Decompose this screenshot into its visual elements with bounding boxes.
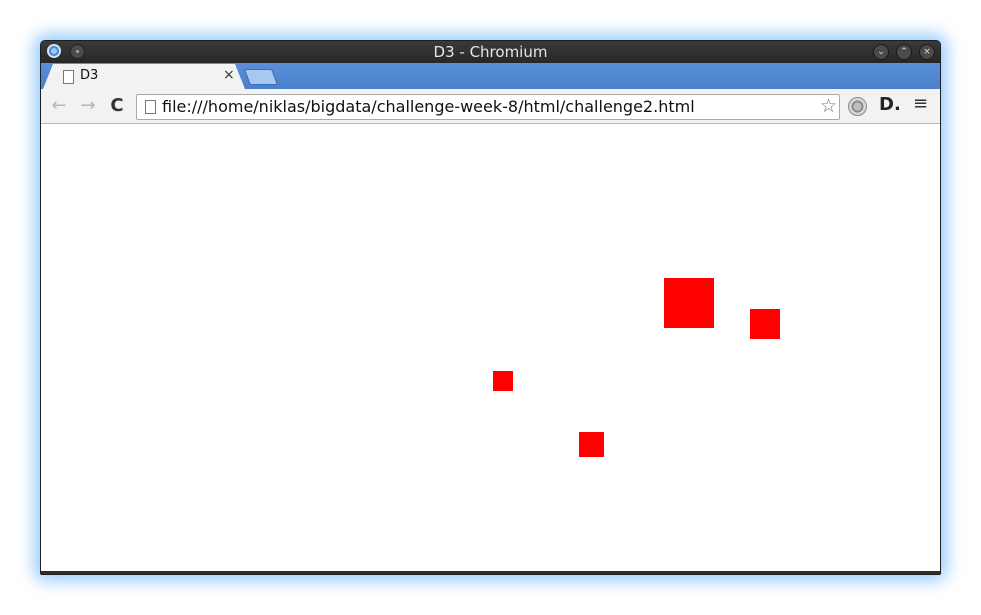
page-icon bbox=[63, 70, 74, 84]
toolbar: ← → C file:///home/niklas/bigdata/challe… bbox=[41, 89, 940, 124]
window-bottom-border bbox=[41, 571, 940, 574]
d3-canvas bbox=[493, 278, 780, 457]
address-bar[interactable]: file:///home/niklas/bigdata/challenge-we… bbox=[136, 94, 840, 120]
tab-title: D3 bbox=[80, 68, 99, 83]
tab-close-icon[interactable]: × bbox=[223, 67, 235, 83]
red-square-large bbox=[664, 278, 714, 328]
back-arrow-icon[interactable]: ← bbox=[47, 94, 71, 118]
tab-d3[interactable]: D3 × bbox=[43, 64, 245, 89]
menu-icon[interactable]: ≡ bbox=[913, 93, 928, 114]
new-tab-button[interactable] bbox=[244, 69, 278, 85]
file-icon bbox=[145, 100, 156, 114]
reload-icon[interactable]: C bbox=[105, 94, 129, 118]
close-window-button[interactable]: × bbox=[919, 44, 935, 60]
title-bar: D3 - Chromium ⌄ ⌃ × bbox=[41, 41, 940, 63]
extension-hand-icon[interactable] bbox=[848, 97, 867, 116]
red-square-small bbox=[493, 371, 513, 391]
red-square-right bbox=[750, 309, 780, 339]
minimize-button[interactable]: ⌄ bbox=[873, 44, 889, 60]
forward-arrow-icon[interactable]: → bbox=[76, 94, 100, 118]
maximize-button[interactable]: ⌃ bbox=[896, 44, 912, 60]
bookmark-star-icon[interactable]: ☆ bbox=[820, 95, 837, 117]
extension-d-icon[interactable]: D. bbox=[879, 94, 901, 115]
url-text[interactable]: file:///home/niklas/bigdata/challenge-we… bbox=[162, 97, 695, 116]
page-viewport bbox=[41, 124, 940, 571]
red-square-bottom bbox=[579, 432, 604, 457]
window-title: D3 - Chromium bbox=[433, 43, 548, 61]
browser-window: D3 - Chromium ⌄ ⌃ × D3 × ← → C file:///h… bbox=[40, 40, 941, 575]
tab-strip: D3 × bbox=[41, 63, 940, 89]
